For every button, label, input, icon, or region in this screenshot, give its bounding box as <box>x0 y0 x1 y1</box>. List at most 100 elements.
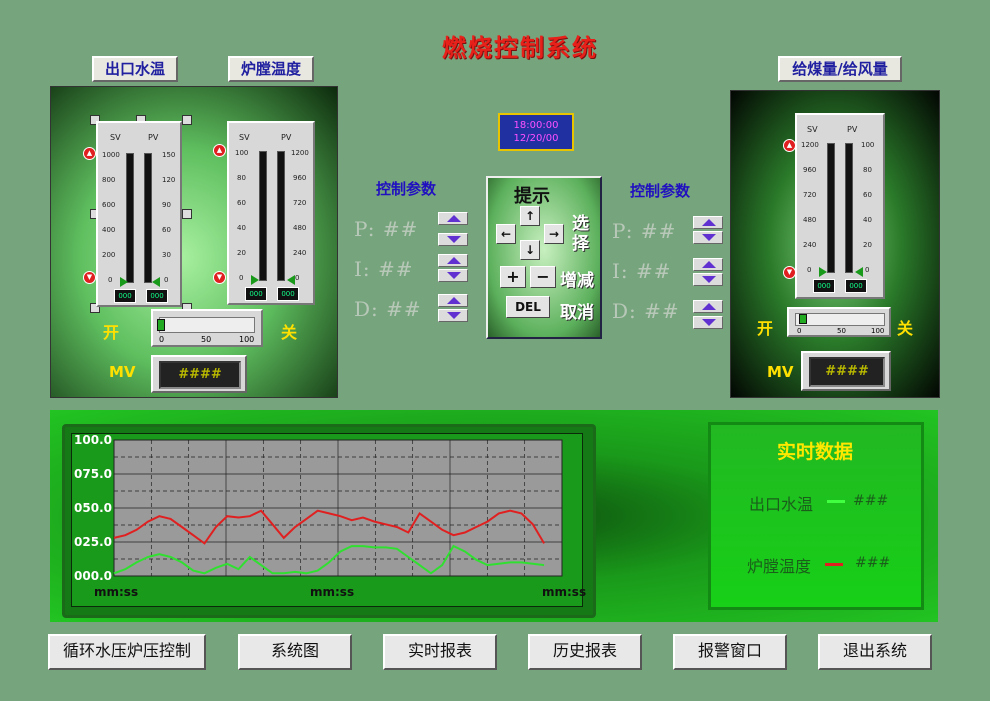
left-i-down-button[interactable] <box>438 269 468 282</box>
mv-value: #### <box>159 361 241 389</box>
pv-bar <box>144 153 152 283</box>
close-label: 关 <box>281 323 298 342</box>
selection-handle[interactable] <box>182 209 192 219</box>
arrow-up-icon <box>447 257 461 264</box>
clock-time: 18:00:00 <box>513 120 559 131</box>
sv-pointer-icon[interactable] <box>120 277 128 287</box>
pv-led: 000 <box>845 279 867 293</box>
realtime-data-box: 实时数据 出口水温 ### 炉膛温度 ### <box>708 422 924 610</box>
trend-chart: 100.0 075.0 050.0 025.0 000.0 mm:ss mm:ss mm:ss <box>74 433 586 599</box>
slider-thumb[interactable] <box>157 319 165 331</box>
mv-label: MV <box>767 363 794 381</box>
hint-select-label: 选择 <box>572 214 589 254</box>
left-key-button[interactable]: ← <box>496 224 516 244</box>
pv-tick: 20 <box>863 241 872 249</box>
nav-button-alarm-window[interactable]: 报警窗口 <box>673 634 787 670</box>
y-tick-label: 050.0 <box>74 501 112 515</box>
nav-button-pressure-control[interactable]: 循环水压炉压控制 <box>48 634 206 670</box>
right-key-button[interactable]: → <box>544 224 564 244</box>
alarm-high-icon: ▲ <box>213 144 226 157</box>
y-tick-label: 075.0 <box>74 467 112 481</box>
down-key-button[interactable]: ↓ <box>520 240 540 260</box>
sv-bar <box>827 143 835 273</box>
pv-tick: 40 <box>863 216 872 224</box>
right-control-panel: SV PV 1200 960 720 480 240 0 100 80 60 4… <box>730 90 940 398</box>
pv-label: PV <box>148 133 159 142</box>
plus-key-button[interactable]: + <box>500 266 526 288</box>
mv-display: #### <box>151 355 247 393</box>
hint-title: 提示 <box>514 186 550 207</box>
sv-tick: 1200 <box>801 141 819 149</box>
left-d-down-button[interactable] <box>438 309 468 322</box>
sv-pointer-icon[interactable] <box>819 267 827 277</box>
nav-button-exit-system[interactable]: 退出系统 <box>818 634 932 670</box>
slider-min: 0 <box>797 327 802 335</box>
slider-track[interactable] <box>795 313 885 326</box>
sv-pointer-icon[interactable] <box>251 275 259 285</box>
sv-tick: 240 <box>803 241 817 249</box>
coal-air-gauge: SV PV 1200 960 720 480 240 0 100 80 60 4… <box>795 113 885 299</box>
selection-handle[interactable] <box>182 115 192 125</box>
pv-tick: 0 <box>865 266 870 274</box>
up-key-button[interactable]: ↑ <box>520 206 540 226</box>
del-key-button[interactable]: DEL <box>506 296 550 318</box>
pv-led: 000 <box>146 289 168 303</box>
pv-label: PV <box>281 133 292 142</box>
x-tick-label: mm:ss <box>94 585 138 599</box>
pv-tick: 80 <box>863 166 872 174</box>
nav-button-history-report[interactable]: 历史报表 <box>528 634 642 670</box>
furnace-temp-gauge: SV PV 100 80 60 40 20 0 1200 960 720 480… <box>227 121 315 305</box>
pv-tick: 240 <box>293 249 307 257</box>
alarm-high-icon: ▲ <box>783 139 796 152</box>
valve-slider[interactable]: 0 50 100 <box>151 309 263 347</box>
right-i-up-button[interactable] <box>693 258 723 271</box>
right-d-down-button[interactable] <box>693 316 723 329</box>
pv-pointer-icon <box>855 267 863 277</box>
alarm-high-icon: ▲ <box>83 147 96 160</box>
pv-tick: 150 <box>162 151 176 159</box>
valve-slider[interactable]: 0 50 100 <box>787 307 891 337</box>
sv-bar <box>259 151 267 281</box>
right-param-i: I: ## <box>612 259 672 283</box>
realtime-item-name: 出口水温 <box>749 495 814 514</box>
nav-button-system-diagram[interactable]: 系统图 <box>238 634 352 670</box>
sv-tick: 200 <box>102 251 116 259</box>
arrow-down-icon <box>447 272 461 279</box>
realtime-item-value: ### <box>855 555 891 571</box>
x-tick-label: mm:ss <box>310 585 354 599</box>
left-param-d: D: ## <box>354 297 422 321</box>
right-i-down-button[interactable] <box>693 273 723 286</box>
slider-track[interactable] <box>159 317 255 333</box>
arrow-down-icon <box>702 234 716 241</box>
pv-tick: 60 <box>162 226 171 234</box>
right-param-d: D: ## <box>612 299 680 323</box>
sv-led: 000 <box>245 287 267 301</box>
slider-max: 100 <box>239 335 255 344</box>
pv-tick: 0 <box>295 274 300 282</box>
hint-adjust-label: 增减 <box>560 271 594 291</box>
pv-label: PV <box>847 125 858 134</box>
realtime-title: 实时数据 <box>777 441 854 463</box>
pv-pointer-icon <box>152 277 160 287</box>
left-control-panel: SV PV 1000 800 600 400 200 0 150 120 90 … <box>50 86 338 398</box>
open-label: 开 <box>103 323 120 342</box>
left-param-p: P: ## <box>354 217 419 241</box>
y-tick-label: 100.0 <box>74 433 112 447</box>
nav-button-realtime-report[interactable]: 实时报表 <box>383 634 497 670</box>
left-d-up-button[interactable] <box>438 294 468 307</box>
slider-thumb[interactable] <box>799 314 807 324</box>
alarm-low-icon: ▼ <box>83 271 96 284</box>
minus-key-button[interactable]: − <box>530 266 556 288</box>
arrow-down-icon <box>702 319 716 326</box>
close-label: 关 <box>897 319 914 338</box>
right-p-down-button[interactable] <box>693 231 723 244</box>
arrow-down-icon <box>447 236 461 243</box>
left-p-down-button[interactable] <box>438 233 468 246</box>
right-d-up-button[interactable] <box>693 300 723 313</box>
left-i-up-button[interactable] <box>438 254 468 267</box>
arrow-up-icon <box>702 219 716 226</box>
left-p-up-button[interactable] <box>438 212 468 225</box>
mv-display: #### <box>801 351 891 391</box>
right-p-up-button[interactable] <box>693 216 723 229</box>
sv-tick: 100 <box>235 149 249 157</box>
